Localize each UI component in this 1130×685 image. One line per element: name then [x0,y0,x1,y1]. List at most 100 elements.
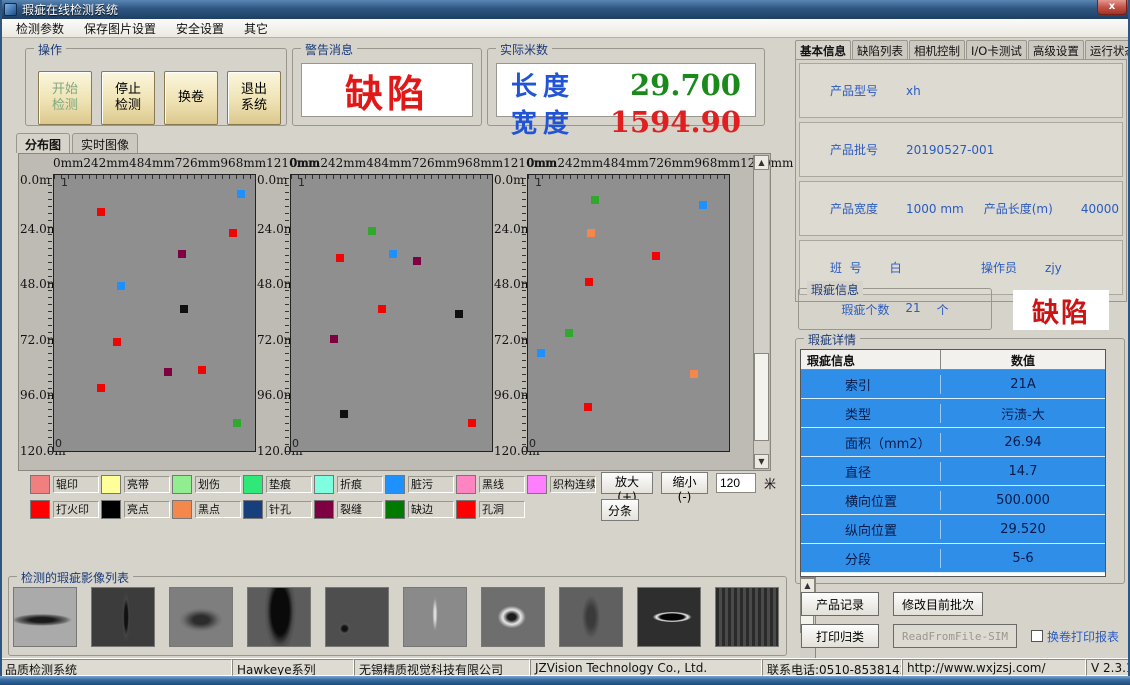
x-tick-label: 0mm [53,156,83,173]
flaw-thumbnail-8[interactable] [637,587,701,647]
right-tab-4[interactable]: 高级设置 [1028,40,1084,59]
detail-table-row[interactable]: 索引21A [801,370,1105,399]
ruler-marker-top: 1 [298,176,305,189]
flaw-thumbnail-2[interactable] [169,587,233,647]
right-tab-0[interactable]: 基本信息 [795,40,851,59]
defect-point[interactable] [117,282,125,290]
flaw-thumbnail-1[interactable] [91,587,155,647]
defect-point[interactable] [233,419,241,427]
menu-item-0[interactable]: 检测参数 [6,18,74,39]
defect-point[interactable] [591,196,599,204]
window-border-left [0,0,2,685]
flaw-thumbnail-3[interactable] [247,587,311,647]
flaw-thumbnail-4[interactable] [325,587,389,647]
info-row-1: 产品批号20190527-001 [799,122,1123,177]
detail-table-row[interactable]: 面积（mm2）26.94 [801,428,1105,457]
flaw-thumbnail-5[interactable] [403,587,467,647]
menu-item-1[interactable]: 保存图片设置 [74,18,166,39]
print-sort-button[interactable]: 打印归类 [801,624,879,648]
defect-point[interactable] [178,250,186,258]
modify-batch-button[interactable]: 修改目前批次 [893,592,983,616]
meters-input[interactable] [716,473,756,493]
detail-table-row[interactable]: 分段5-6 [801,544,1105,573]
right-tab-3[interactable]: I/O卡测试 [966,40,1027,59]
detail-row-value: 26.94 [941,435,1105,450]
defect-point[interactable] [413,257,421,265]
detail-table-row[interactable]: 直径14.7 [801,457,1105,486]
detail-table-row[interactable]: 横向位置500.000 [801,486,1105,515]
x-ruler-ticks-icon [528,175,729,179]
defect-point[interactable] [585,278,593,286]
defect-point[interactable] [229,229,237,237]
defect-point[interactable] [97,208,105,216]
x-tick-label: 242mm [83,156,129,173]
right-tab-2[interactable]: 相机控制 [909,40,965,59]
defect-point[interactable] [164,368,172,376]
checkbox-box-icon[interactable] [1031,630,1043,642]
legend-item: 划伤 [172,475,243,494]
defect-point[interactable] [389,250,397,258]
op-button-3[interactable]: 退出 系统 [227,71,281,125]
x-axis-labels: 0mm242mm484mm726mm968mm1210mm [290,156,493,173]
distribution-plot-area: 0mm242mm484mm726mm968mm1210mm0.0m24.0m48… [18,153,771,471]
warning-message: 缺陷 [345,63,429,118]
defect-point[interactable] [97,384,105,392]
view-tab-1[interactable]: 实时图像 [72,133,138,153]
flaw-thumbnail-9[interactable] [715,587,779,647]
zoom-controls: 放大(+) 缩小(-) 米 分条 [601,472,776,521]
flaw-thumbnail-6[interactable] [481,587,545,647]
menu-item-2[interactable]: 安全设置 [166,18,234,39]
defect-point[interactable] [455,310,463,318]
right-tab-1[interactable]: 缺陷列表 [852,40,908,59]
legend-label: 脏污 [408,476,454,493]
defect-point[interactable] [584,403,592,411]
defect-point[interactable] [537,349,545,357]
detail-table-row[interactable]: 纵向位置29.520 [801,515,1105,544]
legend-row-0: 辊印亮带划伤垫痕折痕脏污黑线织构连续 [30,472,600,497]
defect-point[interactable] [565,329,573,337]
defect-point[interactable] [198,366,206,374]
defect-point[interactable] [468,419,476,427]
split-button[interactable]: 分条 [601,499,639,521]
defect-point[interactable] [368,227,376,235]
op-button-2[interactable]: 换卷 [164,71,218,125]
status-segment-3: JZVision Technology Co., Ltd. [530,659,762,676]
view-tab-0[interactable]: 分布图 [16,133,70,153]
detail-scroll-up-icon[interactable]: ▲ [800,578,815,593]
zoom-in-button[interactable]: 放大(+) [601,472,653,494]
scatter-panel-0: 0mm242mm484mm726mm968mm1210mm0.0m24.0m48… [20,155,257,470]
info-value: 1000 mm [906,202,964,216]
detail-row-value: 29.520 [941,522,1105,537]
defect-point[interactable] [587,229,595,237]
defect-point[interactable] [652,252,660,260]
detail-table-row[interactable]: 类型污渍-大 [801,399,1105,428]
scroll-up-icon[interactable]: ▲ [754,155,769,170]
defect-point[interactable] [237,190,245,198]
op-button-0[interactable]: 开始 检测 [38,71,92,125]
defect-point[interactable] [699,201,707,209]
defect-point[interactable] [378,305,386,313]
defect-point[interactable] [340,410,348,418]
plot-scrollbar-thumb[interactable] [754,353,769,441]
product-record-button[interactable]: 产品记录 [801,592,879,616]
defect-point[interactable] [180,305,188,313]
menu-item-3[interactable]: 其它 [234,18,278,39]
defect-point[interactable] [330,335,338,343]
right-tab-5[interactable]: 运行状态信息 [1085,40,1130,59]
defect-point[interactable] [690,370,698,378]
flaw-thumbnail-7[interactable] [559,587,623,647]
legend-label: 折痕 [337,476,383,493]
defect-point[interactable] [113,338,121,346]
op-button-1[interactable]: 停止 检测 [101,71,155,125]
zoom-out-button[interactable]: 缩小(-) [661,472,708,494]
roll-change-print-checkbox[interactable]: 换卷打印报表 [1031,628,1119,645]
flaw-count-value: 21 [905,301,920,318]
window-border-bottom [0,676,1130,685]
detail-row-value: 14.7 [941,464,1105,479]
scroll-down-icon[interactable]: ▼ [754,454,769,469]
legend-label: 黑点 [195,501,241,518]
close-button[interactable]: x [1097,0,1127,15]
flaw-thumbnail-0[interactable] [13,587,77,647]
plot-scrollbar[interactable]: ▲ ▼ [753,155,769,469]
defect-point[interactable] [336,254,344,262]
